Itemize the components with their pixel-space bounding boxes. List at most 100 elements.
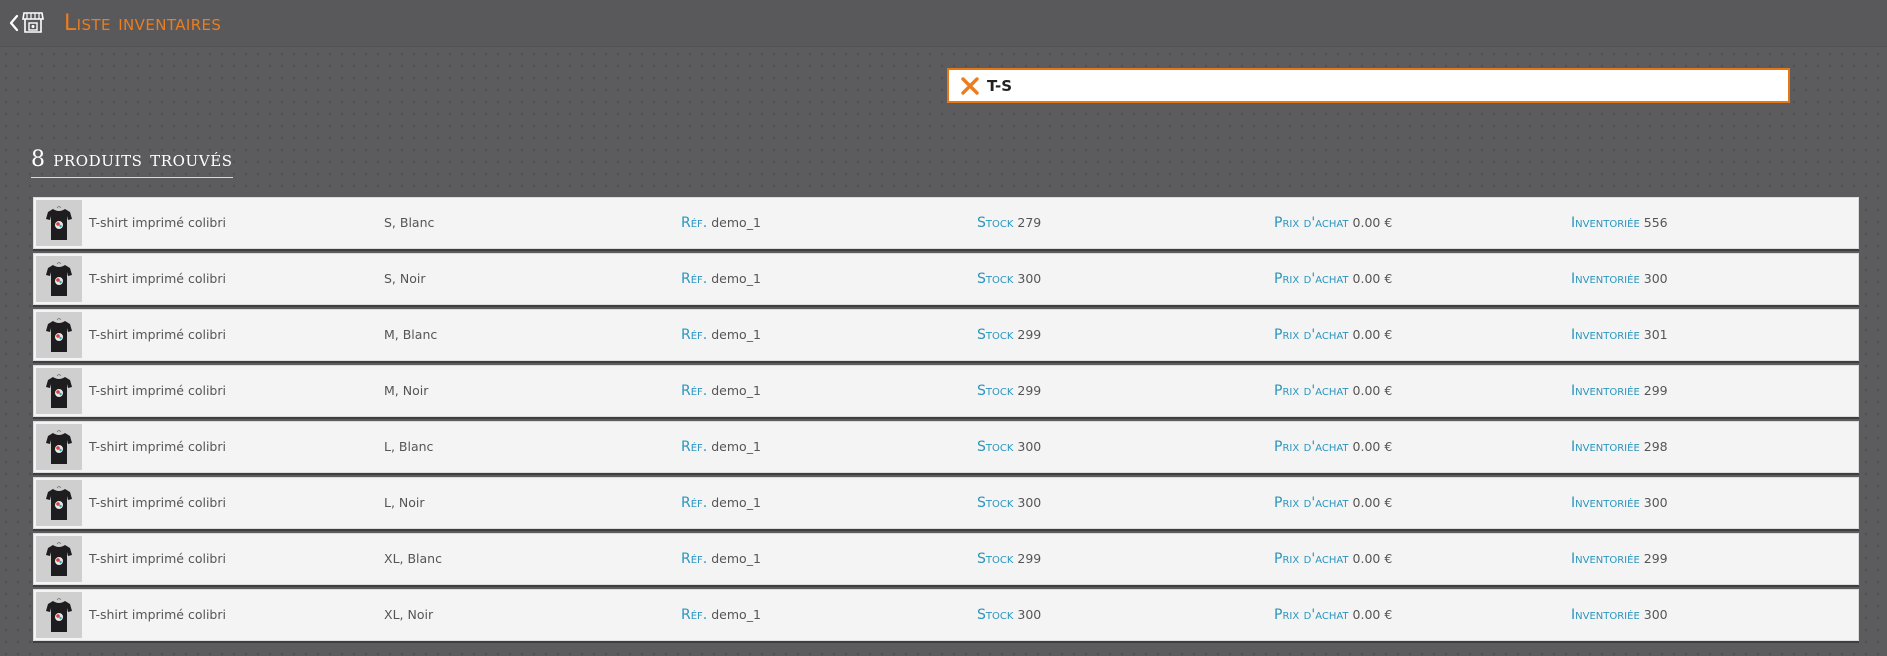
stock-value: 299 xyxy=(1017,327,1042,342)
ref-value: demo_1 xyxy=(711,271,761,286)
search-input[interactable] xyxy=(987,71,1767,100)
ref-label: Réf. xyxy=(681,215,708,231)
product-row[interactable]: T-shirt imprimé colibri XL, Blanc Réf. de… xyxy=(33,533,1859,585)
product-inventoried: Inventoriée 300 xyxy=(1571,590,1668,640)
product-stock: Stock 300 xyxy=(977,422,1041,472)
product-variant: XL, Noir xyxy=(384,607,434,622)
ref-value: demo_1 xyxy=(711,383,761,398)
price-label: Prix d'achat xyxy=(1274,551,1349,567)
product-thumbnail xyxy=(36,424,82,470)
product-price: Prix d'achat 0.00 € xyxy=(1274,198,1392,248)
product-name: T-shirt imprimé colibri xyxy=(89,215,226,230)
product-inventoried: Inventoriée 299 xyxy=(1571,366,1668,416)
price-label: Prix d'achat xyxy=(1274,495,1349,511)
product-row[interactable]: T-shirt imprimé colibri S, Blanc Réf. dem… xyxy=(33,197,1859,249)
ref-label: Réf. xyxy=(681,551,708,567)
product-variant: L, Noir xyxy=(384,495,425,510)
product-row[interactable]: T-shirt imprimé colibri S, Noir Réf. demo… xyxy=(33,253,1859,305)
price-label: Prix d'achat xyxy=(1274,383,1349,399)
product-ref: Réf. demo_1 xyxy=(681,198,761,248)
price-value: 0.00 € xyxy=(1352,607,1393,622)
stock-label: Stock xyxy=(977,551,1014,567)
product-name: T-shirt imprimé colibri xyxy=(89,551,226,566)
product-row[interactable]: T-shirt imprimé colibri M, Noir Réf. demo… xyxy=(33,365,1859,417)
price-value: 0.00 € xyxy=(1352,271,1393,286)
product-thumbnail xyxy=(36,368,82,414)
inventoried-label: Inventoriée xyxy=(1571,215,1640,231)
product-price: Prix d'achat 0.00 € xyxy=(1274,534,1392,584)
product-price: Prix d'achat 0.00 € xyxy=(1274,254,1392,304)
product-name: T-shirt imprimé colibri xyxy=(89,495,226,510)
results-count: 8 produits trouvés xyxy=(31,146,233,178)
stock-label: Stock xyxy=(977,495,1014,511)
inventoried-label: Inventoriée xyxy=(1571,551,1640,567)
product-inventoried: Inventoriée 298 xyxy=(1571,422,1668,472)
price-value: 0.00 € xyxy=(1352,551,1393,566)
ref-value: demo_1 xyxy=(711,551,761,566)
ref-label: Réf. xyxy=(681,439,708,455)
product-name: T-shirt imprimé colibri xyxy=(89,607,226,622)
price-label: Prix d'achat xyxy=(1274,215,1349,231)
price-value: 0.00 € xyxy=(1352,327,1393,342)
product-ref: Réf. demo_1 xyxy=(681,590,761,640)
product-price: Prix d'achat 0.00 € xyxy=(1274,366,1392,416)
stock-value: 300 xyxy=(1017,439,1042,454)
product-variant: S, Noir xyxy=(384,271,426,286)
stock-label: Stock xyxy=(977,327,1014,343)
inventoried-value: 556 xyxy=(1643,215,1668,230)
product-name: T-shirt imprimé colibri xyxy=(89,271,226,286)
price-value: 0.00 € xyxy=(1352,383,1393,398)
stock-value: 299 xyxy=(1017,551,1042,566)
ref-label: Réf. xyxy=(681,271,708,287)
stock-value: 279 xyxy=(1017,215,1042,230)
search-bar xyxy=(947,68,1790,103)
price-label: Prix d'achat xyxy=(1274,607,1349,623)
product-variant: XL, Blanc xyxy=(384,551,442,566)
inventoried-label: Inventoriée xyxy=(1571,439,1640,455)
product-stock: Stock 299 xyxy=(977,310,1041,360)
ref-label: Réf. xyxy=(681,327,708,343)
price-value: 0.00 € xyxy=(1352,495,1393,510)
product-name: T-shirt imprimé colibri xyxy=(89,327,226,342)
inventoried-label: Inventoriée xyxy=(1571,383,1640,399)
price-label: Prix d'achat xyxy=(1274,439,1349,455)
product-price: Prix d'achat 0.00 € xyxy=(1274,310,1392,360)
product-ref: Réf. demo_1 xyxy=(681,478,761,528)
product-row[interactable]: T-shirt imprimé colibri L, Noir Réf. demo… xyxy=(33,477,1859,529)
chevron-left-icon[interactable] xyxy=(8,13,20,33)
store-icon xyxy=(22,12,44,33)
clear-search-button[interactable] xyxy=(957,73,983,99)
product-ref: Réf. demo_1 xyxy=(681,254,761,304)
product-stock: Stock 300 xyxy=(977,590,1041,640)
close-icon[interactable] xyxy=(961,76,979,95)
ref-label: Réf. xyxy=(681,383,708,399)
product-row[interactable]: T-shirt imprimé colibri M, Blanc Réf. dem… xyxy=(33,309,1859,361)
product-stock: Stock 279 xyxy=(977,198,1041,248)
product-variant: S, Blanc xyxy=(384,215,435,230)
product-price: Prix d'achat 0.00 € xyxy=(1274,422,1392,472)
product-variant: M, Noir xyxy=(384,383,429,398)
product-stock: Stock 299 xyxy=(977,366,1041,416)
inventoried-label: Inventoriée xyxy=(1571,271,1640,287)
product-row[interactable]: T-shirt imprimé colibri L, Blanc Réf. dem… xyxy=(33,421,1859,473)
product-stock: Stock 300 xyxy=(977,478,1041,528)
product-thumbnail xyxy=(36,536,82,582)
product-price: Prix d'achat 0.00 € xyxy=(1274,590,1392,640)
product-variant: M, Blanc xyxy=(384,327,438,342)
stock-label: Stock xyxy=(977,607,1014,623)
stock-label: Stock xyxy=(977,215,1014,231)
product-name: T-shirt imprimé colibri xyxy=(89,383,226,398)
price-label: Prix d'achat xyxy=(1274,271,1349,287)
ref-value: demo_1 xyxy=(711,607,761,622)
product-ref: Réf. demo_1 xyxy=(681,366,761,416)
product-list: T-shirt imprimé colibri S, Blanc Réf. dem… xyxy=(33,197,1859,645)
product-variant: L, Blanc xyxy=(384,439,434,454)
product-inventoried: Inventoriée 301 xyxy=(1571,310,1668,360)
inventoried-label: Inventoriée xyxy=(1571,495,1640,511)
product-thumbnail xyxy=(36,480,82,526)
stock-value: 300 xyxy=(1017,495,1042,510)
back-button[interactable] xyxy=(8,8,48,38)
stock-label: Stock xyxy=(977,383,1014,399)
product-row[interactable]: T-shirt imprimé colibri XL, Noir Réf. dem… xyxy=(33,589,1859,641)
stock-label: Stock xyxy=(977,271,1014,287)
